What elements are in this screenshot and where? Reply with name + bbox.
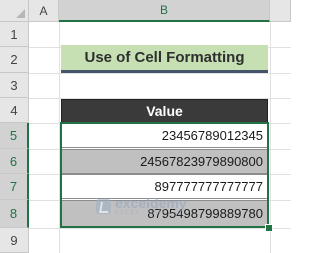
gridline	[29, 73, 291, 74]
watermark-tagline: EXCEL · DATA · BI	[115, 210, 183, 216]
row-header-4[interactable]: 4	[0, 98, 29, 123]
column-header-b[interactable]: B	[59, 0, 270, 22]
value-cell-b6[interactable]: 24567823979890800	[61, 149, 268, 174]
column-header-a[interactable]: A	[29, 0, 59, 22]
watermark: exceldemy EXCEL · DATA · BI	[96, 196, 187, 216]
gridline	[59, 22, 60, 253]
row-header-3[interactable]: 3	[0, 73, 29, 98]
gridline	[270, 22, 271, 253]
column-header-c[interactable]	[270, 0, 291, 22]
value-cell-b5[interactable]: 23456789012345	[61, 123, 268, 148]
row-header-8[interactable]: 8	[0, 200, 29, 228]
row-header-6[interactable]: 6	[0, 149, 29, 174]
sheet-title-cell[interactable]: Use of Cell Formatting	[61, 45, 268, 73]
fill-handle[interactable]	[265, 224, 273, 232]
watermark-text: exceldemy EXCEL · DATA · BI	[115, 196, 187, 216]
row-header-1[interactable]: 1	[0, 22, 29, 47]
select-all-triangle-icon	[16, 9, 25, 18]
spreadsheet[interactable]: A B 1 2 3 4 5 6 7 8 9 Use of Cell Format…	[0, 0, 291, 253]
watermark-name: exceldemy	[115, 195, 187, 211]
select-all-corner[interactable]	[0, 0, 29, 22]
exceldemy-logo-icon	[96, 198, 111, 214]
value-column-header[interactable]: Value	[61, 99, 268, 123]
gridline	[29, 228, 291, 229]
row-header-2[interactable]: 2	[0, 47, 29, 73]
row-header-5[interactable]: 5	[0, 123, 29, 149]
row-header-7[interactable]: 7	[0, 174, 29, 200]
row-header-9[interactable]: 9	[0, 228, 29, 253]
